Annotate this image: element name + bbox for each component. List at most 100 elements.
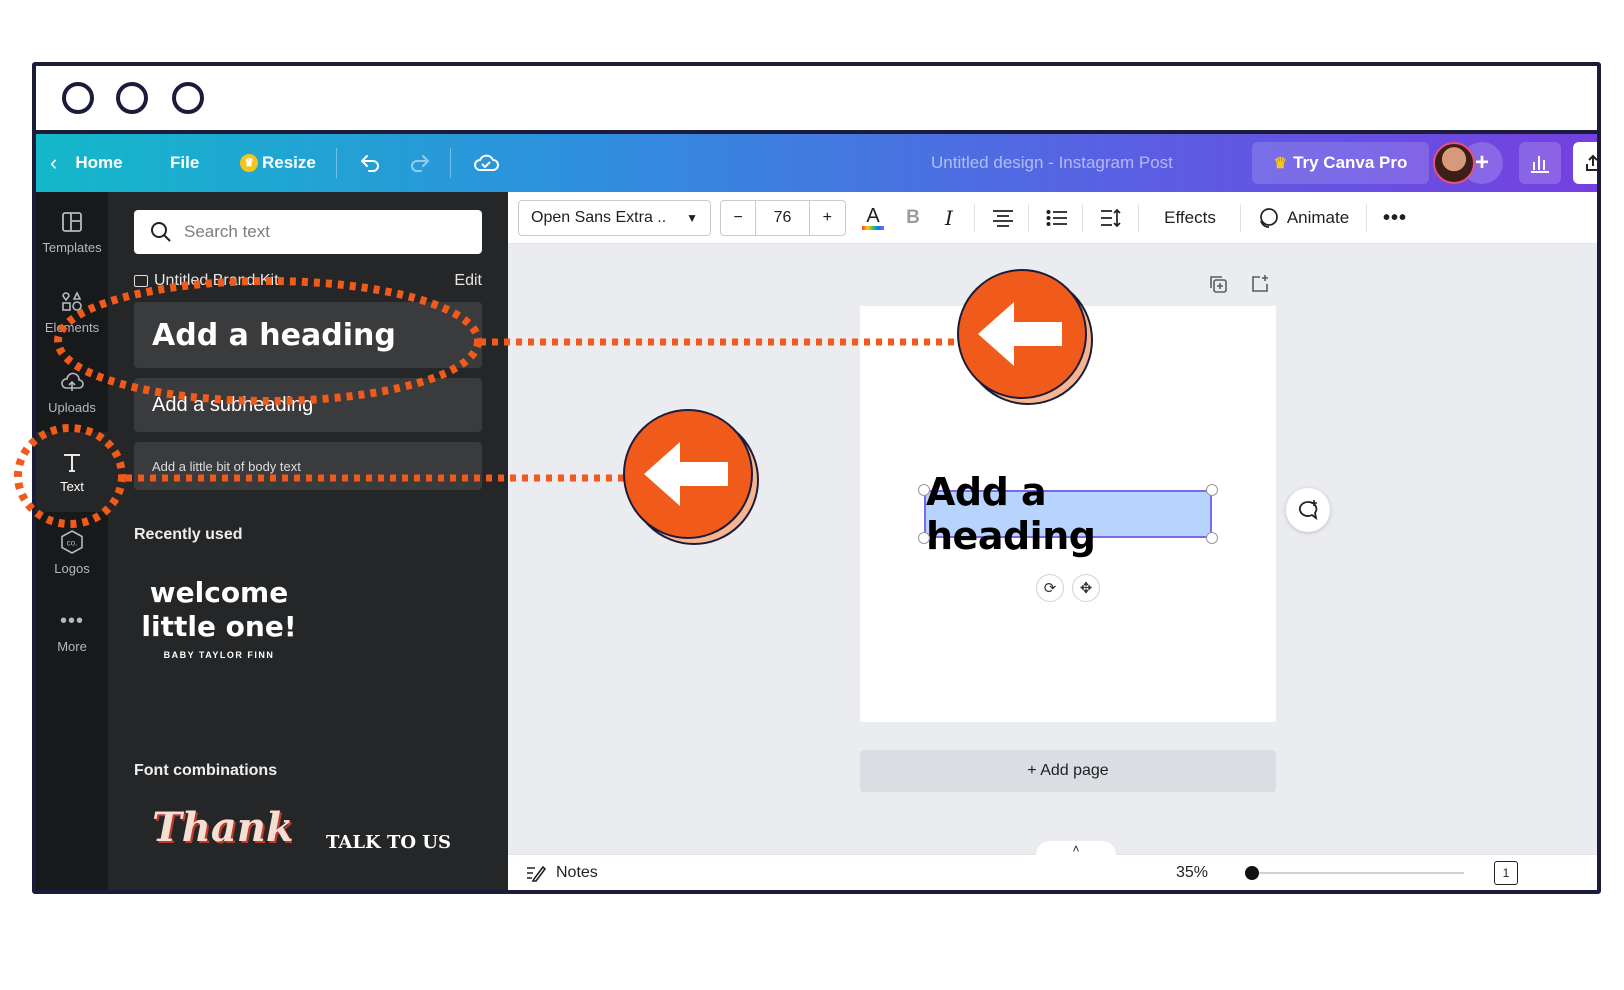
logos-icon: co. [61,529,83,554]
rail-label: Uploads [48,399,96,415]
font-combination-preset[interactable]: TALK TO US [326,832,466,862]
add-page-icon-button[interactable] [1250,274,1270,299]
text-color-button[interactable]: A [858,200,888,236]
cloud-check-icon [474,154,499,171]
text-color-icon: A [866,205,880,227]
rail-item-more[interactable]: ••• More [36,592,108,672]
rail-label: Templates [42,239,102,255]
toolbar-divider [1028,204,1029,232]
resize-handle[interactable] [1206,484,1218,496]
line-spacing-icon [1101,208,1121,228]
zoom-slider-thumb[interactable] [1245,866,1259,880]
canvas-workspace: Add a heading ⟳ ✥ + Add page ˄ Notes 35% [508,244,1597,890]
topbar-divider [450,148,451,178]
bold-button[interactable]: B [898,200,928,236]
share-icon [1586,154,1597,171]
preset-line: welcome [149,576,289,609]
increase-font-size-button[interactable]: + [810,201,845,235]
font-combinations-heading: Font combinations [134,762,278,779]
toolbar-divider [1240,204,1241,232]
avatar[interactable] [1433,142,1475,184]
selected-heading-element[interactable]: Add a heading [924,470,1212,558]
font-family-dropdown[interactable]: Open Sans Extra .. ▼ [518,200,711,236]
editor-toolbar: Open Sans Extra .. ▼ − 76 + A B I Effect… [508,192,1597,244]
bar-chart-icon [1531,156,1549,173]
try-canva-pro-label: Try Canva Pro [1293,153,1408,172]
resize-handle[interactable] [918,532,930,544]
italic-button[interactable]: I [934,200,964,236]
font-combination-preset[interactable]: Thank [152,804,292,864]
brand-kit-name[interactable]: Untitled Brand Kit [134,272,279,290]
font-size-input[interactable]: 76 [756,201,810,235]
zoom-level[interactable]: 35% [1176,855,1208,890]
window-minimize-button[interactable] [116,82,148,114]
bold-icon: B [906,207,920,228]
search-icon [151,222,171,242]
templates-icon [62,211,82,232]
chevron-up-icon: ˄ [1072,842,1080,856]
page-count: 1 [1502,866,1510,880]
crown-icon: ♛ [240,154,258,172]
move-button[interactable]: ✥ [1072,574,1100,602]
window-maximize-button[interactable] [172,82,204,114]
search-box[interactable] [134,210,482,254]
design-page[interactable]: Add a heading ⟳ ✥ [860,306,1276,722]
resize-button[interactable]: ♛ Resize [240,134,316,192]
zoom-slider[interactable] [1245,866,1464,880]
recent-text-preset[interactable]: welcome little one! BABY TAYLOR FINN [134,576,304,696]
file-menu-button[interactable]: File [170,134,199,192]
resize-handle[interactable] [1206,532,1218,544]
recently-used-heading: Recently used [134,526,243,543]
rail-item-text[interactable]: Text [36,432,108,512]
resize-label: Resize [262,153,316,172]
redo-button[interactable] [408,134,432,192]
edit-brand-kit-link[interactable]: Edit [454,272,482,290]
chevron-down-icon: ▼ [686,211,698,225]
expand-pages-button[interactable]: ˄ [1036,841,1116,857]
undo-button[interactable] [358,134,382,192]
home-button[interactable]: ‹ Home [50,134,123,192]
rail-item-templates[interactable]: Templates [36,192,108,272]
add-body-text-button[interactable]: Add a little bit of body text [134,442,482,490]
list-button[interactable] [1040,200,1074,236]
rotate-button[interactable]: ⟳ [1036,574,1064,602]
brand-kit-label: Untitled Brand Kit [154,272,279,289]
app-window: ‹ Home File ♛ Resize Untitled design - I… [32,62,1601,894]
share-button[interactable] [1573,142,1597,184]
crown-icon: ♛ [1273,155,1288,172]
design-title-text: Untitled design - Instagram Post [931,153,1173,172]
rail-item-uploads[interactable]: Uploads [36,352,108,432]
font-size-stepper: − 76 + [720,200,846,236]
add-heading-button[interactable]: Add a heading [134,302,482,368]
resize-handle[interactable] [918,484,930,496]
animate-button[interactable]: Animate [1248,200,1358,236]
add-page-button[interactable]: + Add page [860,750,1276,792]
notes-button[interactable]: Notes [526,855,598,890]
search-input[interactable] [184,222,464,242]
text-panel: Untitled Brand Kit Edit Add a heading Ad… [108,192,574,890]
save-status-button[interactable] [472,134,500,192]
insights-button[interactable] [1519,142,1561,184]
window-close-button[interactable] [62,82,94,114]
try-canva-pro-button[interactable]: ♛ Try Canva Pro [1252,142,1429,184]
effects-button[interactable]: Effects [1150,200,1230,236]
duplicate-page-button[interactable] [1208,274,1228,299]
spacing-button[interactable] [1094,200,1128,236]
page-count-button[interactable]: 1 [1494,861,1518,885]
rail-item-elements[interactable]: Elements [36,272,108,352]
add-subheading-button[interactable]: Add a subheading [134,378,482,432]
design-title[interactable]: Untitled design - Instagram Post [931,134,1173,192]
italic-icon: I [945,206,953,230]
toolbar-divider [1366,204,1367,232]
more-options-button[interactable]: ••• [1378,200,1412,236]
more-icon: ••• [1382,206,1407,229]
color-bar [862,226,884,230]
rail-item-logos[interactable]: co. Logos [36,512,108,592]
heading-text[interactable]: Add a heading [926,470,1210,558]
align-button[interactable] [986,200,1020,236]
font-family-value: Open Sans Extra .. [531,209,667,226]
decrease-font-size-button[interactable]: − [721,201,757,235]
plus-icon: + [1474,149,1489,176]
add-comment-button[interactable] [1286,488,1330,532]
rail-label: Text [60,478,84,494]
